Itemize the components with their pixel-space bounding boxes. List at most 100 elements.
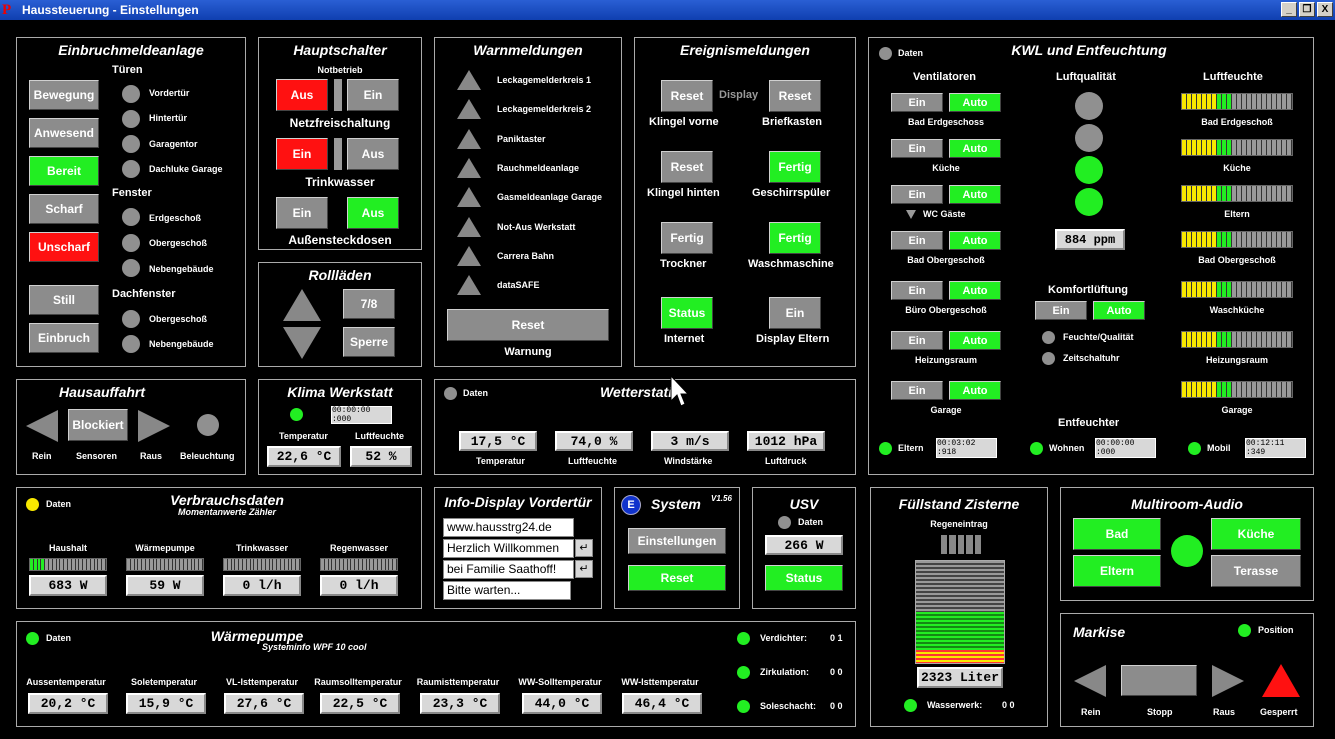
- vent-auto-button[interactable]: Auto: [949, 381, 1001, 400]
- panel-zisterne: Füllstand Zisterne Regeneintrag 2323 Lit…: [870, 487, 1048, 727]
- info-line-input[interactable]: bei Familie Saathoff!: [443, 560, 574, 579]
- gesperrt-label: Gesperrt: [1260, 707, 1298, 717]
- wasserwerk-label: Wasserwerk:: [927, 700, 983, 710]
- komfort-ein-button[interactable]: Ein: [1035, 301, 1087, 320]
- air-quality-led: [1075, 156, 1103, 184]
- klingel-hinten-label: Klingel hinten: [647, 187, 720, 199]
- scharf-button[interactable]: Scharf: [29, 194, 99, 224]
- usv-status-button[interactable]: Status: [765, 565, 843, 591]
- switch-divider: [334, 79, 342, 111]
- panel-hausauffahrt: Hausauffahrt Blockiert Rein Sensoren Rau…: [16, 379, 246, 475]
- netz-aus-button[interactable]: Aus: [276, 79, 328, 111]
- warn-item-label: Gasmeldeanlage Garage: [497, 192, 603, 203]
- arrow-left-icon[interactable]: [26, 410, 58, 442]
- minimize-button[interactable]: _: [1281, 2, 1297, 17]
- briefkasten-reset-button[interactable]: Reset: [769, 80, 821, 112]
- humidity-room-label: Küche: [1223, 163, 1251, 173]
- panel-title: Füllstand Zisterne: [898, 496, 1020, 512]
- info-line-input[interactable]: Herzlich Willkommen: [443, 539, 574, 558]
- arrow-up-icon[interactable]: [283, 289, 321, 321]
- daten-label: Daten: [46, 499, 72, 509]
- arrow-down-icon[interactable]: [283, 327, 321, 359]
- window-label: Nebengebäude: [149, 264, 214, 274]
- info-line-input[interactable]: Bitte warten...: [443, 581, 571, 600]
- system-reset-button[interactable]: Reset: [628, 565, 726, 591]
- audio-terasse-button[interactable]: Terasse: [1211, 555, 1301, 587]
- trockner-fertig-button[interactable]: Fertig: [661, 222, 713, 254]
- panel-title: Hauptschalter: [293, 42, 387, 58]
- vent-ein-button[interactable]: Ein: [891, 93, 943, 112]
- netz-ein-button[interactable]: Ein: [347, 79, 399, 111]
- mobil-led: [1188, 442, 1201, 455]
- beleuchtung-led: [197, 414, 219, 436]
- aussen-ein-button[interactable]: Ein: [276, 197, 328, 229]
- warning-triangle-icon: [457, 99, 481, 120]
- warning-triangle-icon: [457, 128, 481, 149]
- internet-status-button[interactable]: Status: [661, 297, 713, 329]
- vent-auto-button[interactable]: Auto: [949, 139, 1001, 158]
- geschirr-fertig-button[interactable]: Fertig: [769, 151, 821, 183]
- einbruch-button[interactable]: Einbruch: [29, 323, 99, 353]
- einstellungen-button[interactable]: Einstellungen: [628, 528, 726, 554]
- vent-ein-button[interactable]: Ein: [891, 381, 943, 400]
- dachfenster-heading: Dachfenster: [112, 288, 176, 300]
- still-button[interactable]: Still: [29, 285, 99, 315]
- rein-label: Rein: [32, 451, 52, 461]
- vent-ein-button[interactable]: Ein: [891, 331, 943, 350]
- wetter-druck-display: 1012 hPa: [747, 431, 825, 451]
- klingel-hinten-reset-button[interactable]: Reset: [661, 151, 713, 183]
- audio-bad-button[interactable]: Bad: [1073, 518, 1161, 550]
- enter-icon[interactable]: ↵: [575, 539, 593, 557]
- mobil-label: Mobil: [1207, 443, 1231, 453]
- verbrauch-label: Haushalt: [48, 543, 87, 553]
- liter-display: 2323 Liter: [917, 667, 1003, 688]
- panel-einbruchmeldeanlage: Einbruchmeldeanlage Bewegung Anwesend Be…: [16, 37, 246, 367]
- close-button[interactable]: X: [1317, 2, 1333, 17]
- warn-item-label: Rauchmeldeanlage: [497, 162, 580, 173]
- warn-reset-button[interactable]: Reset: [447, 309, 609, 341]
- anwesend-button[interactable]: Anwesend: [29, 118, 99, 148]
- bewegung-button[interactable]: Bewegung: [29, 80, 99, 110]
- unscharf-button[interactable]: Unscharf: [29, 232, 99, 262]
- vent-ein-button[interactable]: Ein: [891, 231, 943, 250]
- arrow-right-icon[interactable]: [1212, 665, 1244, 697]
- markise-stopp-button[interactable]: [1121, 665, 1197, 696]
- vent-ein-button[interactable]: Ein: [891, 281, 943, 300]
- vent-auto-button[interactable]: Auto: [949, 331, 1001, 350]
- temperatur-label: Temperatur: [476, 456, 525, 466]
- vent-ein-button[interactable]: Ein: [891, 185, 943, 204]
- vent-auto-button[interactable]: Auto: [949, 93, 1001, 112]
- vent-room-label: WC Gäste: [923, 209, 966, 219]
- klingel-vorne-reset-button[interactable]: Reset: [661, 80, 713, 112]
- seven-eighths-button[interactable]: 7/8: [343, 289, 395, 319]
- zirkulation-label: Zirkulation:: [760, 667, 809, 677]
- trinkwasser-ein-button[interactable]: Ein: [276, 138, 328, 170]
- soleschacht-led: [737, 700, 750, 713]
- display-eltern-label: Display Eltern: [756, 333, 830, 345]
- sperre-button[interactable]: Sperre: [343, 327, 395, 357]
- display-eltern-ein-button[interactable]: Ein: [769, 297, 821, 329]
- door-label: Dachluke Garage: [149, 164, 223, 174]
- audio-kueche-button[interactable]: Küche: [1211, 518, 1301, 550]
- wasch-fertig-button[interactable]: Fertig: [769, 222, 821, 254]
- blockiert-button[interactable]: Blockiert: [68, 409, 128, 441]
- arrow-left-icon[interactable]: [1074, 665, 1106, 697]
- vent-auto-button[interactable]: Auto: [949, 281, 1001, 300]
- verbrauch-bar: [320, 558, 398, 571]
- vent-auto-button[interactable]: Auto: [949, 185, 1001, 204]
- aussen-aus-button[interactable]: Aus: [347, 197, 399, 229]
- info-line-input[interactable]: www.hausstrg24.de: [443, 518, 574, 537]
- vent-room-label: Küche: [932, 163, 960, 173]
- trinkwasser-aus-button[interactable]: Aus: [347, 138, 399, 170]
- komfort-auto-button[interactable]: Auto: [1093, 301, 1145, 320]
- bereit-button[interactable]: Bereit: [29, 156, 99, 186]
- audio-eltern-button[interactable]: Eltern: [1073, 555, 1161, 587]
- vent-room-label: Bad Obergeschoß: [907, 255, 985, 265]
- vent-ein-button[interactable]: Ein: [891, 139, 943, 158]
- verdichter-value: 0 1: [830, 633, 843, 643]
- waerme-value-display: 22,5 °C: [320, 693, 400, 714]
- arrow-right-icon[interactable]: [138, 410, 170, 442]
- vent-auto-button[interactable]: Auto: [949, 231, 1001, 250]
- enter-icon[interactable]: ↵: [575, 560, 593, 578]
- restore-button[interactable]: ❐: [1299, 2, 1315, 17]
